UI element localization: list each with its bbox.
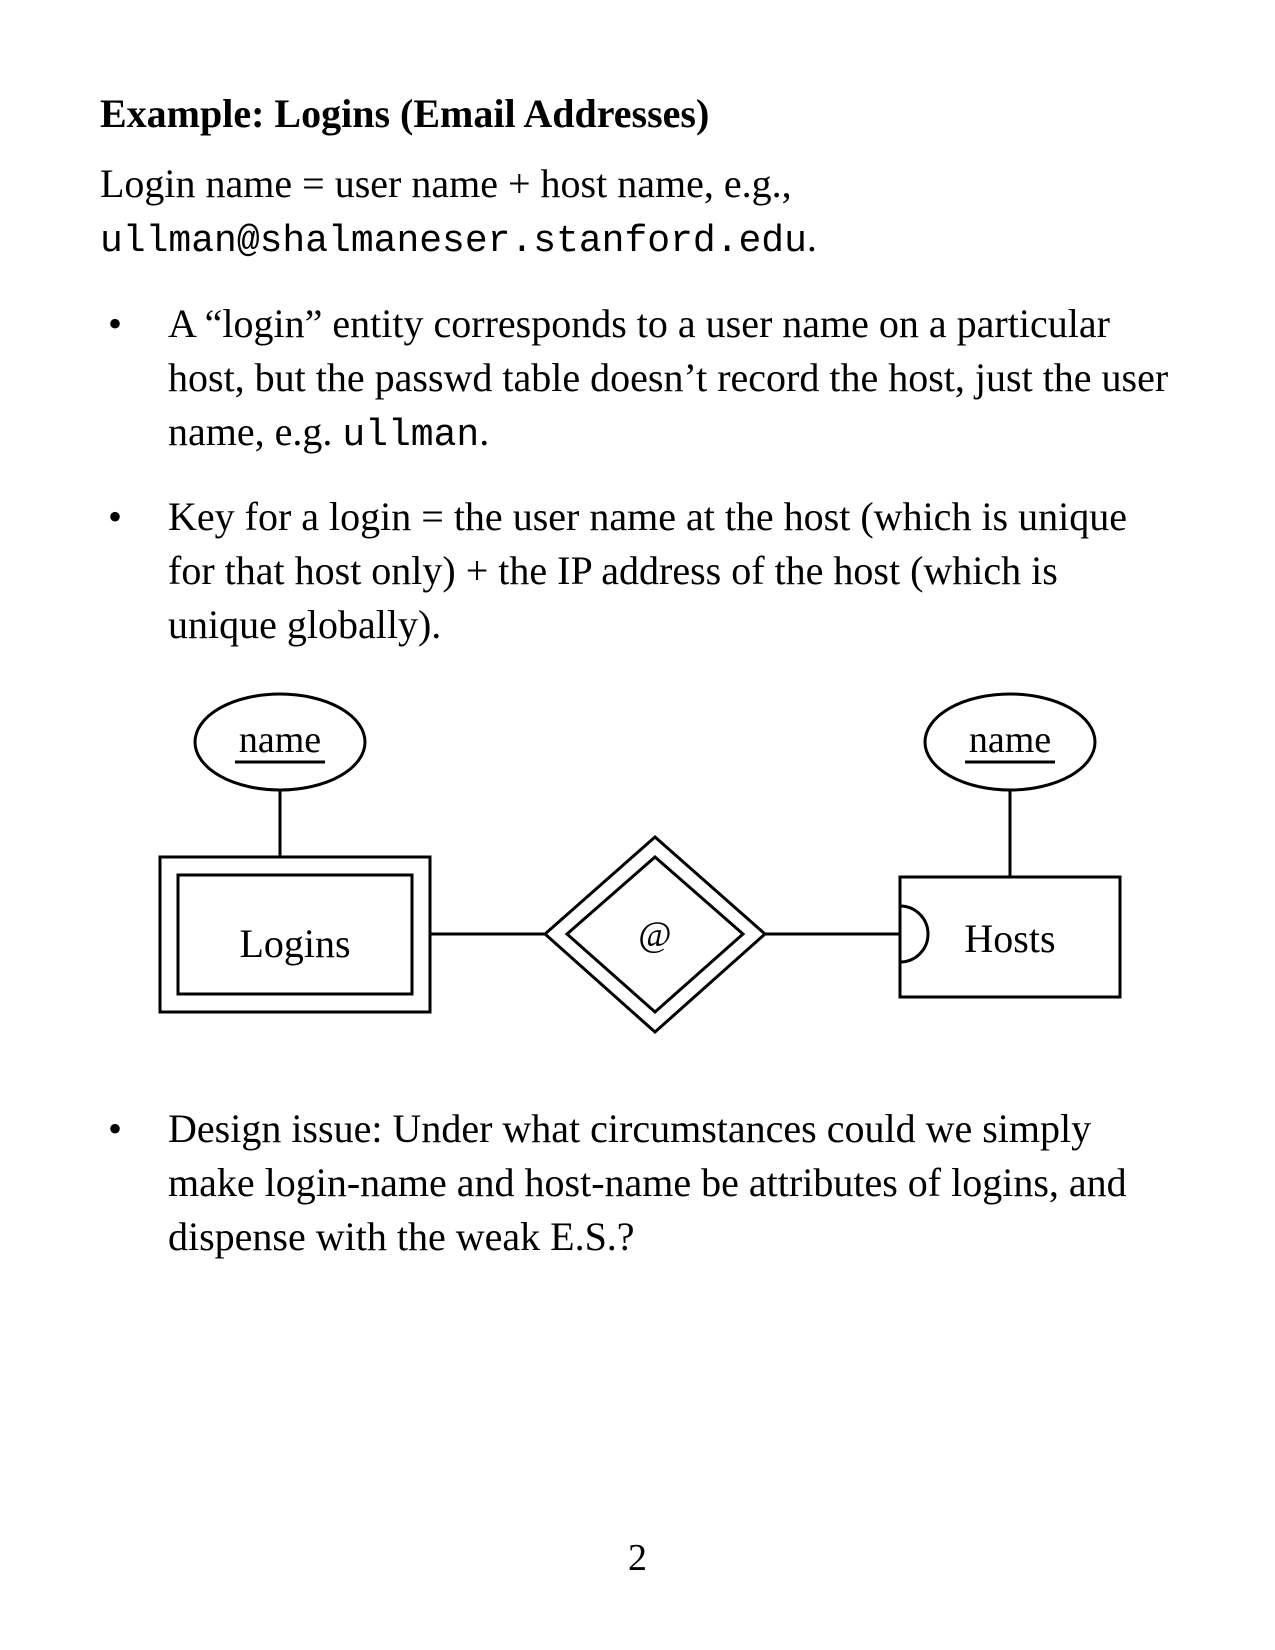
bullet1-text-a: A “login” entity corresponds to a user n… [168, 301, 1168, 454]
relationship-label: @ [638, 914, 671, 954]
intro-text: Login name = user name + host name, e.g.… [100, 161, 792, 206]
entity-logins: Logins [160, 857, 430, 1012]
bullet1-mono: ullman [342, 414, 479, 457]
intro-email: ullman@shalmaneser.stanford.edu [100, 220, 807, 263]
er-diagram-svg: name name Logins @ [100, 682, 1175, 1062]
bullet2-text: Key for a login = the user name at the h… [168, 494, 1127, 647]
er-diagram: name name Logins @ [100, 682, 1175, 1067]
attribute-left: name [195, 694, 365, 790]
intro-period: . [807, 215, 817, 260]
attr-right-label: name [969, 719, 1051, 761]
attribute-right: name [925, 694, 1095, 790]
page-title: Example: Logins (Email Addresses) [100, 90, 1175, 137]
attr-left-label: name [239, 719, 321, 761]
page-number: 2 [0, 1536, 1275, 1580]
bullet1-text-b: . [479, 409, 489, 454]
bullet3-text: Design issue: Under what circumstances c… [168, 1106, 1127, 1259]
list-item: A “login” entity corresponds to a user n… [100, 297, 1175, 461]
intro-paragraph: Login name = user name + host name, e.g.… [100, 157, 1175, 267]
page: Example: Logins (Email Addresses) Login … [0, 0, 1275, 1650]
bullet-list-top: A “login” entity corresponds to a user n… [100, 297, 1175, 651]
entity-hosts-label: Hosts [964, 916, 1055, 961]
list-item: Design issue: Under what circumstances c… [100, 1102, 1175, 1264]
entity-hosts: Hosts [900, 877, 1120, 997]
rounded-arrowhead [900, 906, 928, 962]
list-item: Key for a login = the user name at the h… [100, 490, 1175, 652]
entity-logins-label: Logins [239, 921, 350, 966]
bullet-list-bottom: Design issue: Under what circumstances c… [100, 1102, 1175, 1264]
relationship-at: @ [545, 837, 765, 1032]
